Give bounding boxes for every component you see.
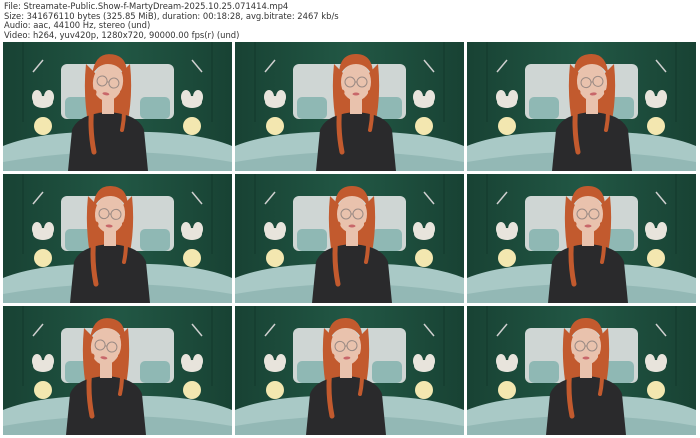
thumbnail-5 xyxy=(235,174,464,303)
thumbnail-grid xyxy=(3,42,697,436)
thumbnail-6 xyxy=(467,174,696,303)
thumbnail-scene xyxy=(3,306,232,435)
thumbnail-scene xyxy=(467,42,696,171)
thumbnail-scene xyxy=(235,42,464,171)
thumbnail-scene xyxy=(235,174,464,303)
thumbnail-9 xyxy=(467,306,696,435)
thumbnail-scene xyxy=(467,306,696,435)
thumbnail-3 xyxy=(467,42,696,171)
thumbnail-scene xyxy=(467,174,696,303)
thumbnail-scene xyxy=(3,42,232,171)
video-info-line: Video: h264, yuv420p, 1280x720, 90000.00… xyxy=(4,29,240,40)
contact-sheet: File: Streamate-Public.Show-f-MartyDream… xyxy=(0,0,700,438)
thumbnail-4 xyxy=(3,174,232,303)
thumbnail-7 xyxy=(3,306,232,435)
file-info-header: File: Streamate-Public.Show-f-MartyDream… xyxy=(4,1,339,40)
thumbnail-scene xyxy=(235,306,464,435)
thumbnail-2 xyxy=(235,42,464,171)
thumbnail-1 xyxy=(3,42,232,171)
thumbnail-8 xyxy=(235,306,464,435)
thumbnail-scene xyxy=(3,174,232,303)
